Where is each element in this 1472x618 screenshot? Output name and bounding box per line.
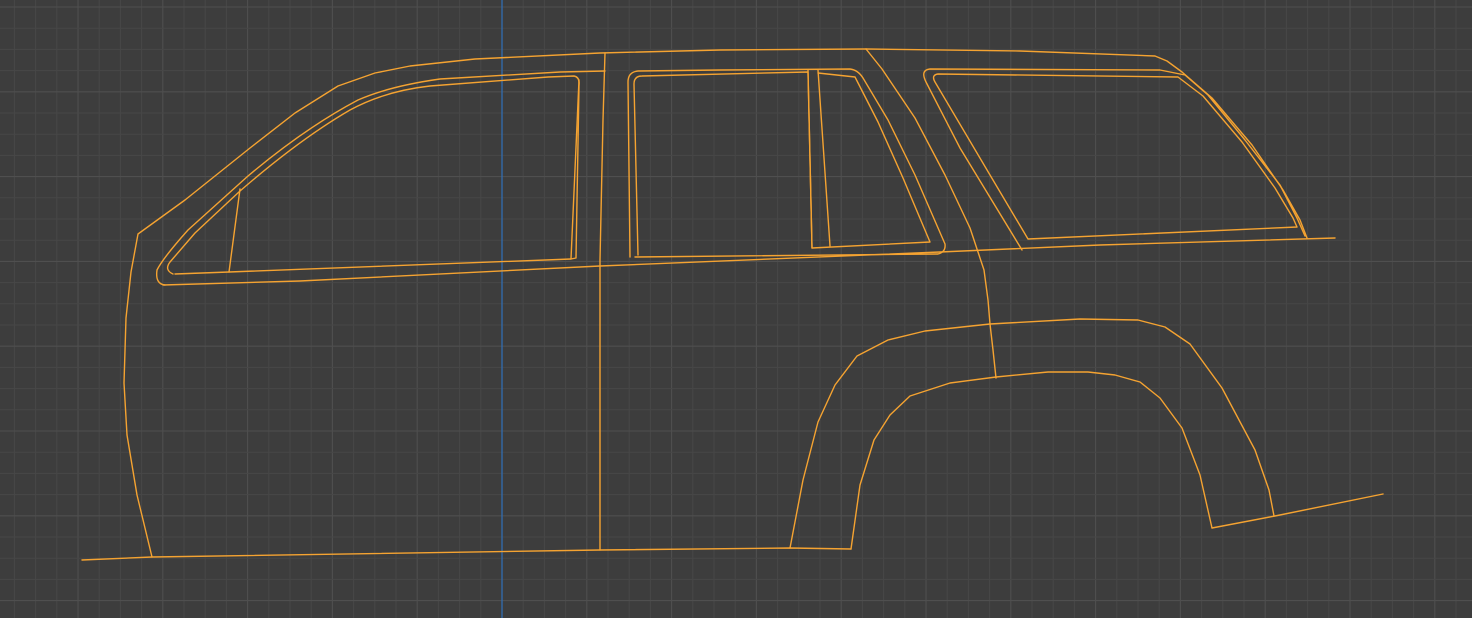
front-profile-edge[interactable] [123, 48, 867, 558]
front-window-inner-edge[interactable] [166, 75, 580, 275]
rear-door-window-inner-edge[interactable] [633, 71, 931, 256]
rear-quarter-window-inner-edge[interactable] [932, 73, 1298, 240]
rear-door-window-outer-edge[interactable] [627, 68, 946, 258]
car-body-wireframe[interactable] [81, 48, 1384, 561]
rear-ground-edge[interactable] [1211, 493, 1384, 529]
front-window-outer-edge[interactable] [155, 70, 606, 286]
viewport-grid [0, 0, 1472, 618]
viewport-canvas[interactable] [0, 0, 1472, 618]
a-pillar-edge[interactable] [228, 188, 241, 273]
3d-viewport[interactable] [0, 0, 1472, 618]
window-divider-edge[interactable] [807, 69, 831, 249]
b-pillar-edge[interactable] [599, 52, 606, 551]
roof-edge[interactable] [865, 48, 1308, 239]
